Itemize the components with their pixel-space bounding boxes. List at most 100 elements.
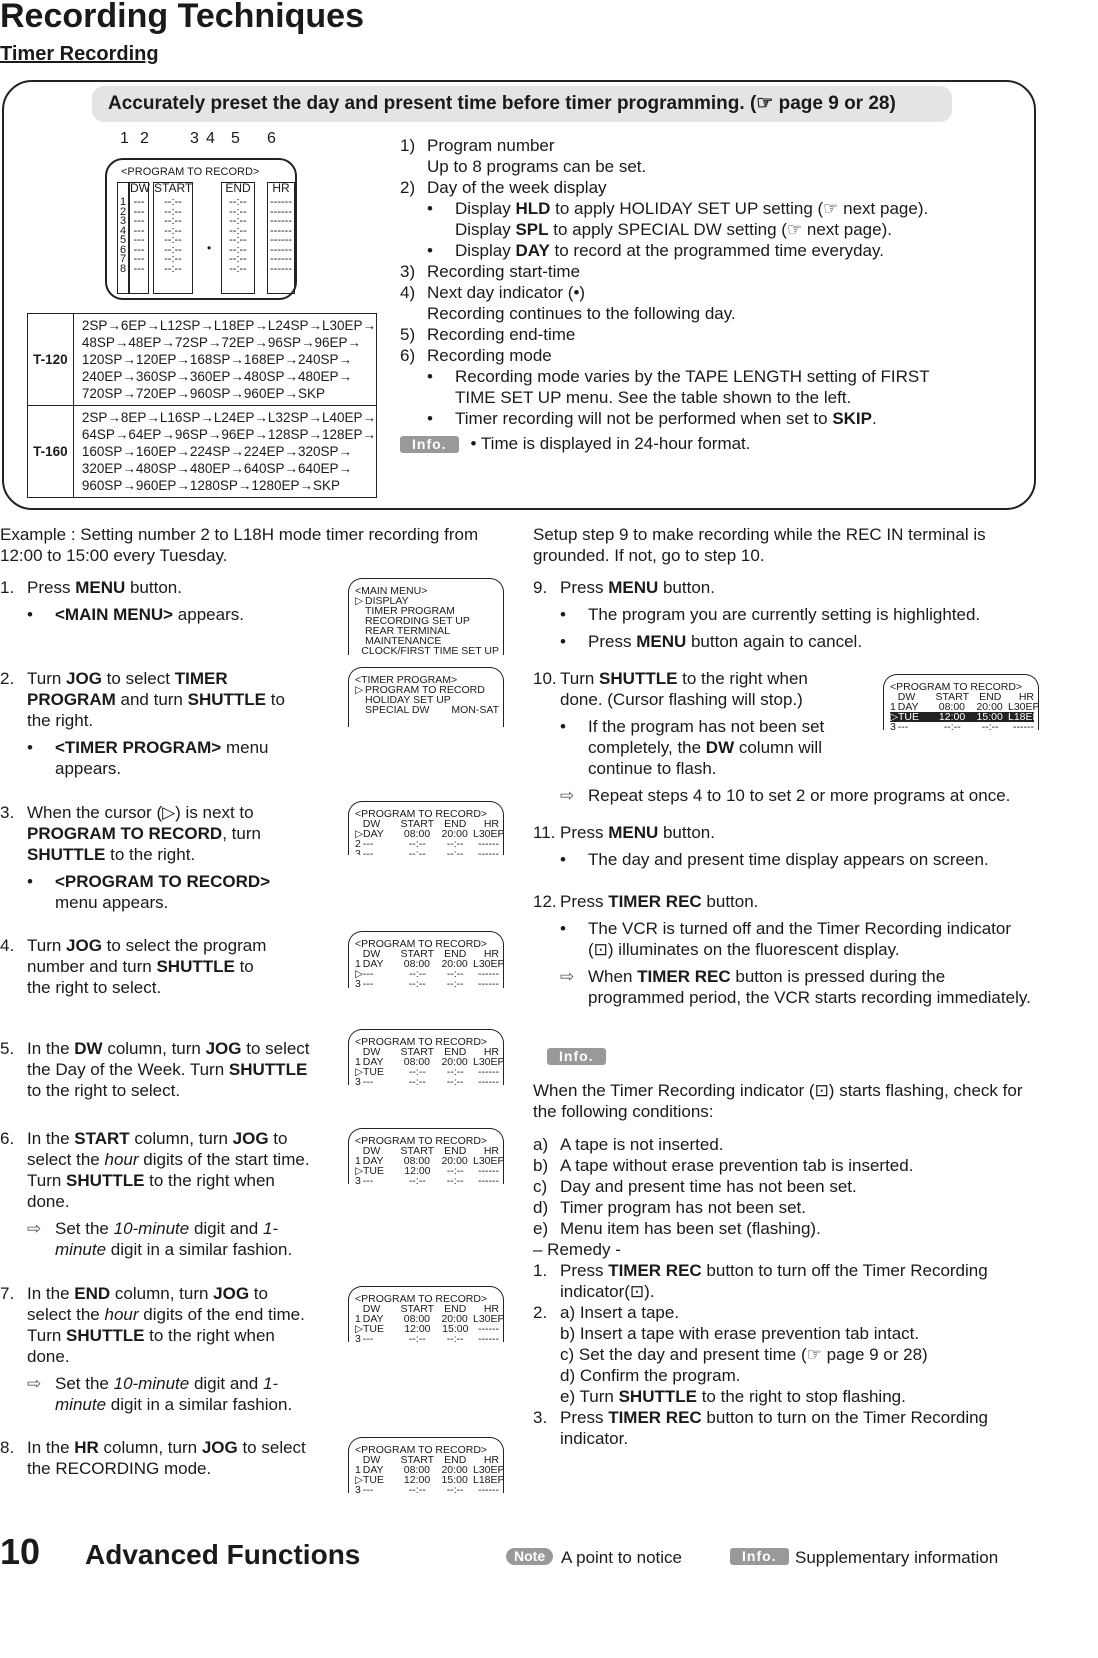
tape-length-table: T-120 2SP→6EP→L12SP→L18EP→L24SP→L30EP→ 48S… bbox=[27, 313, 378, 498]
text-run: JOG bbox=[66, 936, 102, 955]
legend-item: 6) Recording mode bbox=[400, 345, 1030, 366]
step-9: 9. Press MENU button. • The program you are… bbox=[533, 577, 1033, 652]
step-number: 3. bbox=[0, 803, 15, 822]
callout-number: 3 bbox=[190, 130, 199, 147]
text-run: JOG bbox=[232, 1129, 269, 1148]
text-run: START bbox=[74, 1129, 130, 1148]
legend-item: 4) Next day indicator (•) bbox=[400, 282, 1030, 303]
text-run: button. bbox=[125, 578, 182, 597]
text-run: DW bbox=[74, 1039, 103, 1058]
program-row: 3 --- --:-- --:-- ------ bbox=[355, 1077, 499, 1085]
text-run: Turn bbox=[27, 936, 67, 955]
text-run: and turn bbox=[115, 690, 188, 709]
item-text: The day and present time display appears… bbox=[588, 850, 989, 869]
diagram-title: <PROGRAM TO RECORD> bbox=[121, 166, 260, 178]
text-run: , turn bbox=[222, 824, 261, 843]
item-text: Press TIMER REC button to turn on the Ti… bbox=[560, 1408, 988, 1448]
text-run: b) Insert a tape with erase prevention t… bbox=[560, 1324, 920, 1343]
text-run: Day of the week display bbox=[427, 178, 607, 197]
item-text: Recording continues to the following day… bbox=[427, 304, 736, 323]
row-cell: --- bbox=[362, 978, 374, 988]
text-run: The program you are currently setting is… bbox=[588, 605, 981, 624]
step-note: ⇨ Repeat steps 4 to 10 to set 2 or more p… bbox=[533, 785, 1033, 806]
step-12: 12. Press TIMER REC button. • The VCR is tu… bbox=[533, 891, 1033, 1008]
item-marker: b) bbox=[533, 1156, 549, 1175]
text-run: column, turn bbox=[98, 1438, 202, 1457]
cursor-icon bbox=[355, 695, 363, 705]
step-text: Turn JOG to select the program number an… bbox=[27, 936, 266, 997]
item-text: b) Insert a tape with erase prevention t… bbox=[560, 1324, 919, 1343]
callout-number: 1 bbox=[120, 130, 129, 147]
text-run: Press bbox=[588, 632, 637, 651]
text-run: END bbox=[74, 1284, 111, 1303]
text-run: Press bbox=[560, 892, 609, 911]
callout-number: 5 bbox=[231, 130, 240, 147]
step-10: 10. Turn SHUTTLE to the right when done. … bbox=[533, 668, 1010, 806]
text-run: MENU bbox=[636, 632, 687, 651]
row-cell: --:-- bbox=[446, 1076, 464, 1085]
remedy-item: 3. Press TIMER REC button to turn on the … bbox=[533, 1407, 1033, 1449]
step-bullet: • <MAIN MENU> appears. bbox=[0, 604, 310, 625]
text-run: button. bbox=[658, 823, 715, 842]
text-run: Press bbox=[27, 578, 76, 597]
item-text: Timer program has not been set. bbox=[560, 1198, 806, 1217]
legend-info: Info. • Time is displayed in 24-hour form… bbox=[400, 433, 1030, 454]
row-cell: ------ bbox=[478, 1175, 499, 1184]
menu-label: SPECIAL DW bbox=[365, 704, 430, 716]
row-cell: 3 bbox=[355, 1175, 361, 1184]
text-run: MENU bbox=[75, 578, 126, 597]
text-run: to apply SPECIAL DW setting (☞ next page… bbox=[548, 220, 892, 239]
text-run: button. bbox=[701, 892, 759, 911]
text-run: SHUTTLE bbox=[618, 1387, 697, 1406]
text-run: <PROGRAM TO RECORD> bbox=[55, 872, 271, 891]
row-cell: 3 bbox=[355, 1333, 361, 1342]
text-run: HR bbox=[74, 1438, 99, 1457]
item-marker: 3) bbox=[400, 262, 416, 281]
text-run: When bbox=[588, 967, 638, 986]
text-run: Recording mode varies by the TAPE LENGTH… bbox=[455, 367, 930, 386]
item-text: Repeat steps 4 to 10 to set 2 or more pr… bbox=[588, 786, 1010, 805]
text-run: digit and bbox=[189, 1219, 263, 1238]
step-heading: 11. Press MENU button. bbox=[533, 822, 1033, 843]
item-text: Recording mode varies by the TAPE LENGTH… bbox=[455, 367, 930, 386]
menu-item: SPECIAL DW MON-SAT bbox=[355, 704, 499, 716]
item-marker: 6) bbox=[400, 346, 416, 365]
step-heading: 8. In the HR column, turn JOG to select t… bbox=[0, 1437, 310, 1479]
legend-item: Recording continues to the following day… bbox=[400, 303, 1030, 324]
diagram-column: 12345678 bbox=[117, 182, 129, 294]
text-run: menu appears. bbox=[55, 893, 169, 912]
text-run: TIMER REC bbox=[637, 967, 731, 986]
next-day-indicator: • bbox=[207, 241, 212, 255]
step-text: Press TIMER REC button. bbox=[560, 892, 758, 911]
text-run: to record at the programmed time everyda… bbox=[549, 241, 884, 260]
item-text: e) Turn SHUTTLE to the right to stop fla… bbox=[560, 1387, 906, 1406]
text-run: button. bbox=[658, 578, 715, 597]
program-row: 3 --- --:-- --:-- ------ bbox=[355, 1485, 499, 1493]
step-bullet: • If the program has not been set complet… bbox=[533, 716, 843, 779]
step-8: 8. In the HR column, turn JOG to select t… bbox=[0, 1437, 310, 1479]
item-text: a) Insert a tape. bbox=[560, 1303, 679, 1322]
legend-item: • Recording mode varies by the TAPE LENGT… bbox=[400, 366, 1030, 387]
mode-line: 960SP→960EP→1280SP→1280EP→SKP bbox=[81, 478, 340, 493]
text-run: Press bbox=[560, 823, 609, 842]
text-run: SHUTTLE bbox=[27, 845, 106, 864]
item-marker: e) bbox=[533, 1219, 549, 1238]
bullet: • bbox=[560, 605, 566, 624]
text-run: hour bbox=[104, 1150, 139, 1169]
step-text: In the DW column, turn JOG to select the… bbox=[27, 1039, 310, 1100]
menu-screen: <MAIN MENU> ▷ DISPLAY TIMER PROGRAM RECORDIN… bbox=[348, 578, 504, 655]
menu-screen: <PROGRAM TO RECORD> DW START END HR 1 DAY 08:00… bbox=[883, 674, 1039, 730]
diagram-column: END --:-- --:-- --:-- --:-- --:-- --:-- --:-- --… bbox=[221, 182, 255, 294]
arrow-icon: ⇨ bbox=[27, 1374, 42, 1393]
condition-item: c) Day and present time has not been set. bbox=[533, 1176, 1033, 1197]
text-run: SHUTTLE bbox=[228, 1060, 308, 1079]
text-run: a) Insert a tape. bbox=[560, 1303, 680, 1322]
menu-screen: <PROGRAM TO RECORD> DW START END HR 1 DAY 08:00… bbox=[348, 1029, 504, 1085]
menu-screen: <TIMER PROGRAM> ▷ PROGRAM TO RECORD HOLIDAY… bbox=[348, 667, 504, 727]
mode-line: 48SP→48EP→72SP→72EP→96SP→96EP→ bbox=[81, 335, 361, 350]
condition-item: b) A tape without erase prevention tab is… bbox=[533, 1155, 1033, 1176]
program-diagram: 12 345 6 <PROGRAM TO RECORD> 1 2 3 4 5 6 7 8 DW --- -… bbox=[100, 128, 310, 303]
info-badge: Info. bbox=[547, 1048, 606, 1065]
menu-screen: <PROGRAM TO RECORD> DW START END HR 1 DAY 08:00… bbox=[348, 1128, 504, 1184]
text-run: SKIP bbox=[832, 409, 872, 428]
